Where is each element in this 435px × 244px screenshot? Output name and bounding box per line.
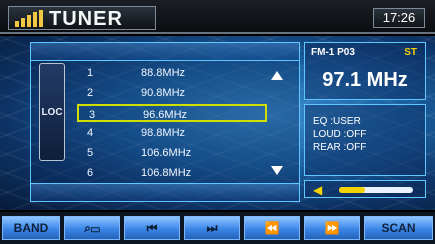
- loc-button[interactable]: LOC: [39, 63, 65, 161]
- scroll-down-icon[interactable]: [271, 166, 283, 175]
- preset-row-6[interactable]: 6 106.8MHz: [77, 164, 267, 182]
- search-list-button[interactable]: ⌕▭: [64, 216, 120, 240]
- preset-frequency: 106.6MHz: [141, 147, 192, 159]
- rear-setting: REAR :OFF: [313, 142, 367, 153]
- rewind-icon: ⏪: [264, 221, 280, 235]
- preset-number: 2: [87, 87, 94, 99]
- skip-back-button[interactable]: ⏮: [124, 216, 180, 240]
- fast-forward-button[interactable]: ⏩: [304, 216, 360, 240]
- volume-level-fill: [339, 187, 365, 193]
- skip-back-icon: ⏮: [146, 220, 158, 235]
- preset-list-panel: LOC 1 88.8MHz 2 90.8MHz 3 96.6MHz 4 98.8…: [30, 42, 300, 202]
- preset-number: 6: [87, 167, 94, 179]
- clock: 17:26: [373, 8, 425, 28]
- eq-setting: EQ :USER: [313, 116, 361, 127]
- preset-number: 4: [87, 127, 94, 139]
- preset-row-4[interactable]: 4 98.8MHz: [77, 124, 267, 142]
- main-stage: LOC 1 88.8MHz 2 90.8MHz 3 96.6MHz 4 98.8…: [0, 36, 435, 210]
- fast-forward-icon: ⏩: [324, 221, 340, 235]
- speaker-icon: ◀: [313, 183, 323, 197]
- band-button[interactable]: BAND: [2, 216, 60, 240]
- preset-frequency: 90.8MHz: [141, 87, 186, 99]
- preset-number: 1: [87, 67, 94, 79]
- preset-row-3[interactable]: 3 96.6MHz: [77, 104, 267, 122]
- search-list-icon: ⌕▭: [84, 220, 100, 235]
- preset-row-2[interactable]: 2 90.8MHz: [77, 84, 267, 102]
- current-frequency: 97.1 MHz: [322, 69, 408, 91]
- screen-title: TUNER: [49, 8, 123, 30]
- preset-number: 3: [89, 109, 96, 121]
- scroll-up-icon[interactable]: [271, 71, 283, 80]
- tuner-title-box: TUNER: [8, 6, 156, 30]
- scan-button[interactable]: SCAN: [364, 216, 433, 240]
- rewind-button[interactable]: ⏪: [244, 216, 300, 240]
- preset-frequency: 98.8MHz: [141, 127, 186, 139]
- skip-forward-button[interactable]: ⏭: [184, 216, 240, 240]
- loud-setting: LOUD :OFF: [313, 129, 367, 140]
- stereo-indicator: ST: [404, 47, 417, 58]
- bottom-button-bar: BAND ⌕▭ ⏮ ⏭ ⏪ ⏩ SCAN: [0, 212, 435, 244]
- preset-number: 5: [87, 147, 94, 159]
- station-info-panel: FM-1 P03 ST 97.1 MHz: [304, 42, 426, 100]
- band-preset-indicator: FM-1 P03: [311, 47, 355, 58]
- audio-settings-panel: EQ :USER LOUD :OFF REAR :OFF: [304, 104, 426, 176]
- preset-list-header-bar: [31, 43, 299, 61]
- volume-panel[interactable]: ◀: [304, 180, 426, 198]
- preset-frequency: 96.6MHz: [143, 109, 188, 121]
- preset-frequency: 88.8MHz: [141, 67, 186, 79]
- equalizer-icon: [15, 10, 45, 27]
- header: TUNER 17:26: [0, 0, 435, 34]
- preset-frequency: 106.8MHz: [141, 167, 192, 179]
- preset-row-5[interactable]: 5 106.6MHz: [77, 144, 267, 162]
- preset-row-1[interactable]: 1 88.8MHz: [77, 64, 267, 82]
- preset-list-footer-bar: [31, 183, 299, 201]
- volume-slider[interactable]: [339, 187, 413, 193]
- skip-forward-icon: ⏭: [206, 220, 218, 235]
